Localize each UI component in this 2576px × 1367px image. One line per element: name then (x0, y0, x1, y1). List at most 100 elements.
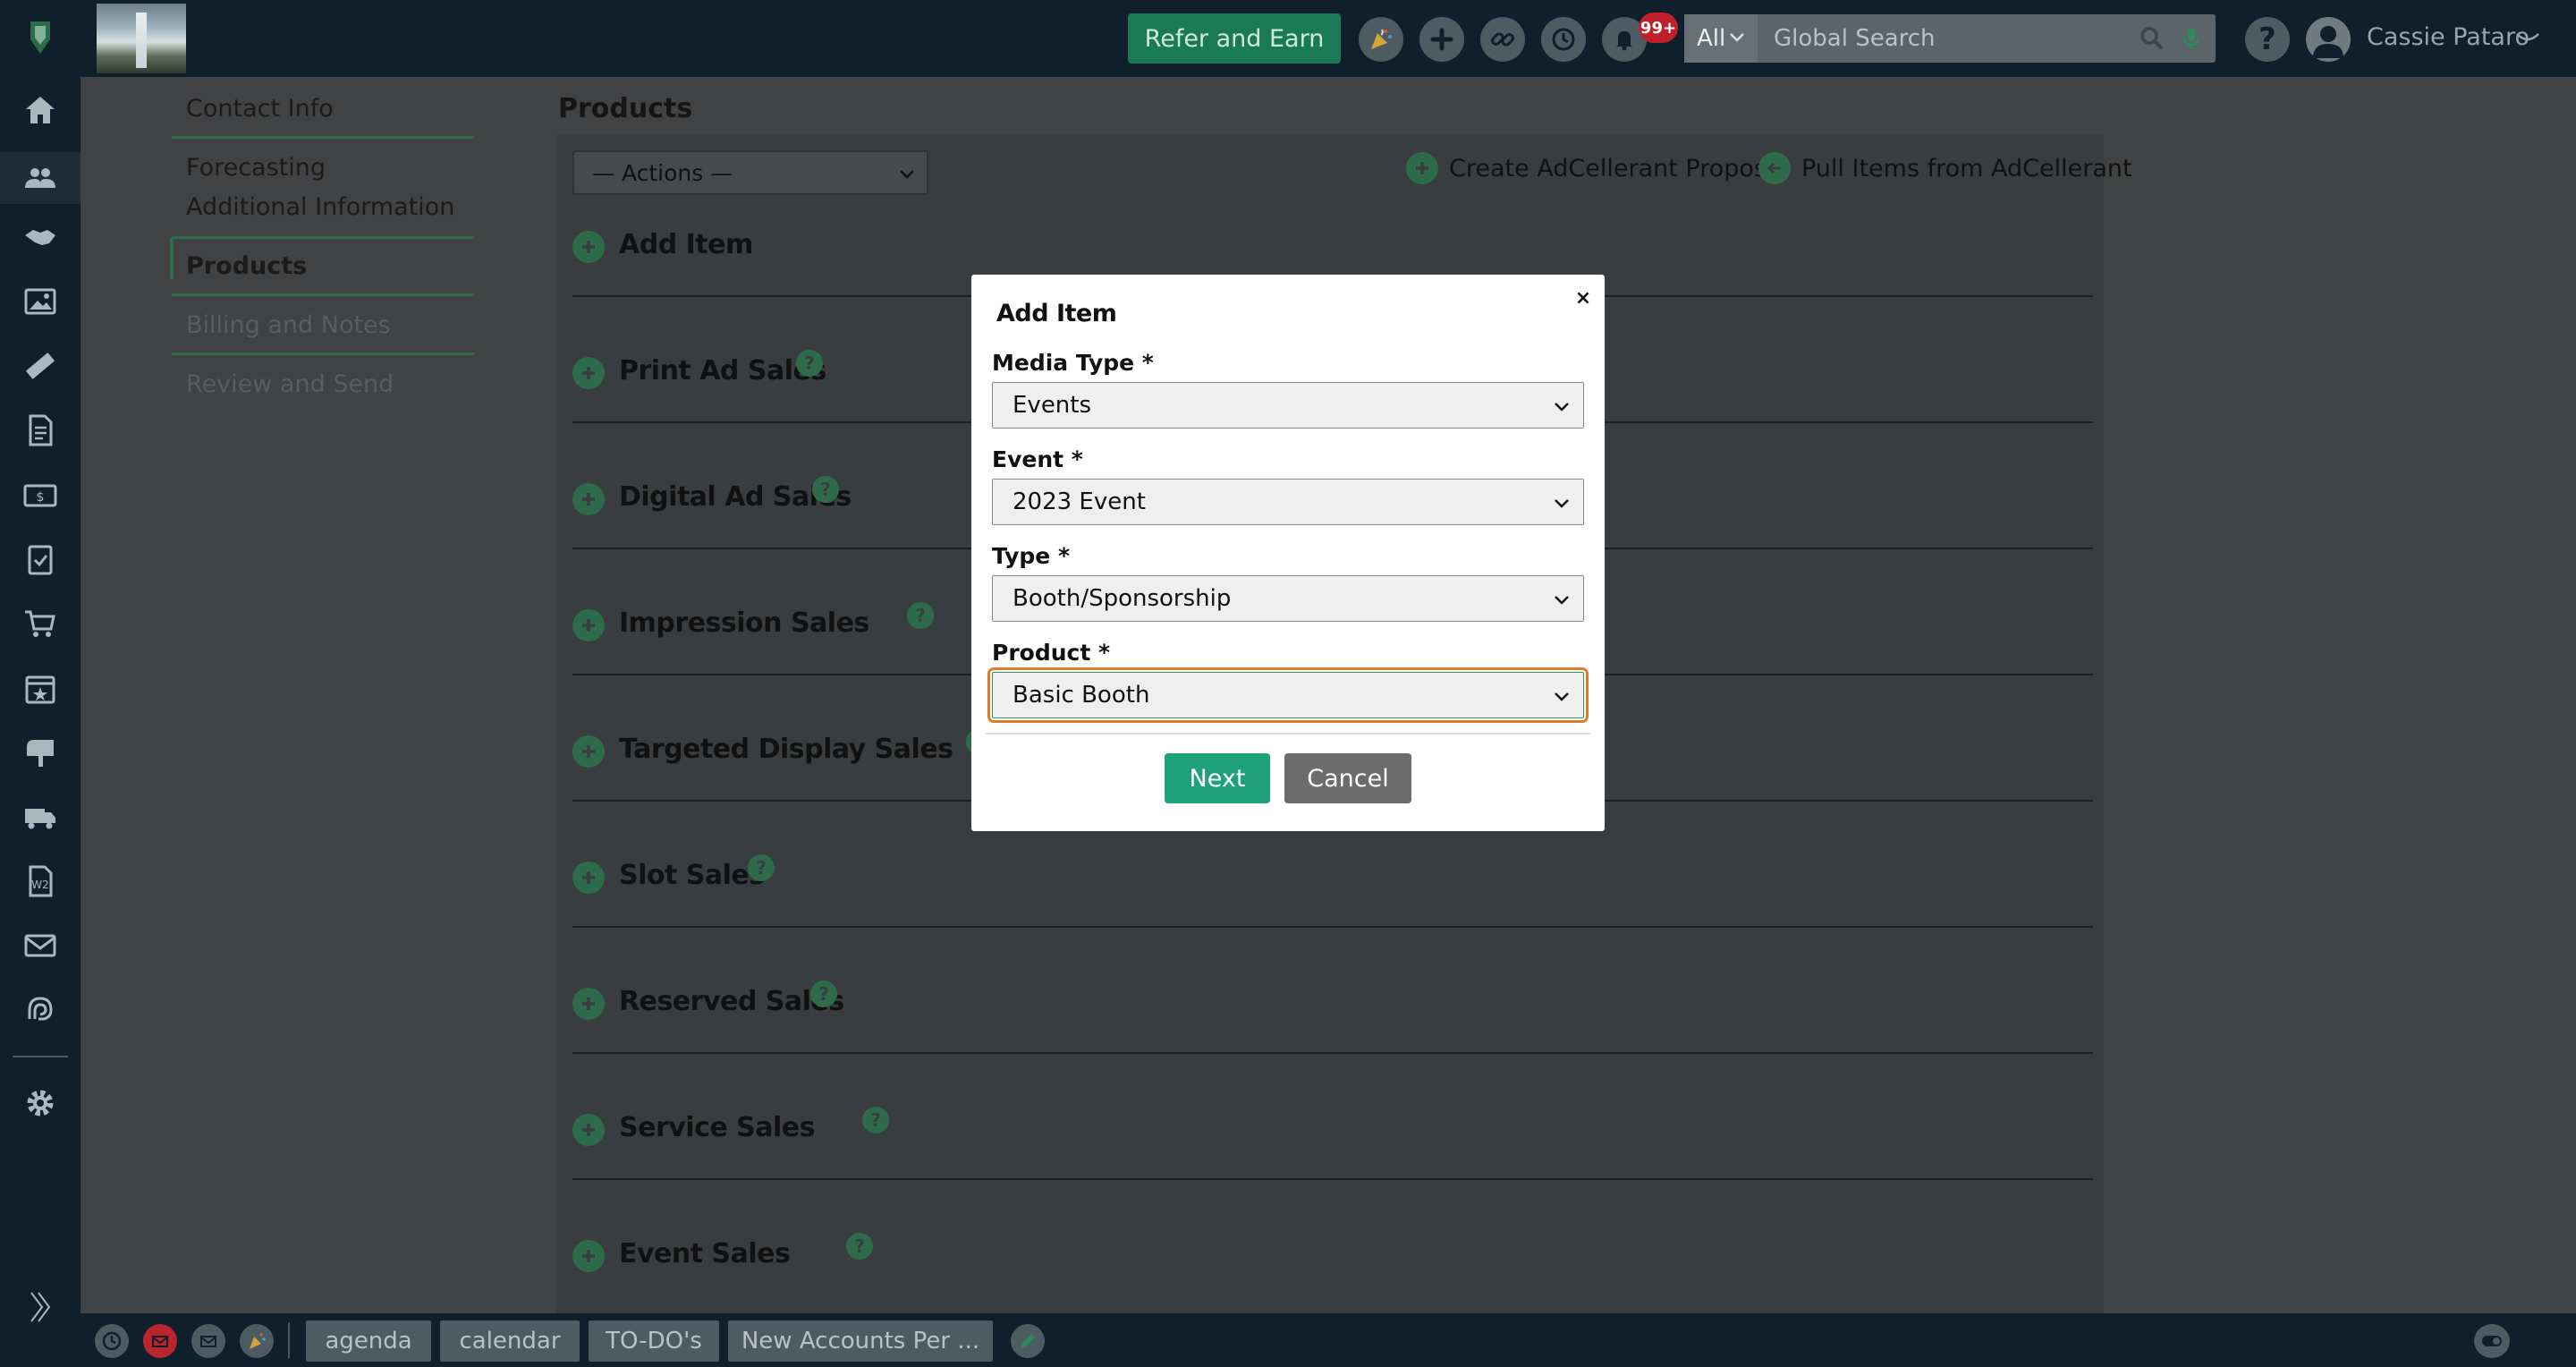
actions-dropdown-label: — Actions — (592, 159, 733, 186)
global-search-bar: All (1684, 14, 2216, 63)
chevron-down-icon (1730, 33, 1744, 42)
link-icon[interactable] (1480, 17, 1525, 62)
search-scope-dropdown[interactable]: All (1684, 14, 1758, 63)
party-popper-icon[interactable] (240, 1324, 274, 1358)
refer-and-earn-button[interactable]: Refer and Earn (1128, 13, 1341, 64)
subnav-additional-information[interactable]: Additional Information (186, 193, 454, 221)
add-icon[interactable] (1419, 17, 1464, 62)
slot-sales-label: Slot Sales (619, 860, 765, 891)
contacts-icon[interactable] (0, 152, 80, 204)
delivery-truck-icon[interactable] (20, 796, 61, 837)
toggle-icon[interactable] (2474, 1324, 2510, 1358)
mailbox-icon[interactable] (20, 732, 61, 773)
user-avatar[interactable] (2306, 17, 2351, 62)
cancel-button[interactable]: Cancel (1284, 753, 1411, 803)
account-thumbnail[interactable] (97, 4, 186, 73)
image-gallery-icon[interactable] (20, 281, 61, 322)
user-menu-chevron-icon[interactable] (2515, 30, 2540, 47)
taskbar-tab-todos[interactable]: TO-DO's (589, 1320, 719, 1362)
product-value: Basic Booth (1013, 682, 1150, 709)
taskbar-tab-new-accounts[interactable]: New Accounts Per ... (728, 1320, 993, 1362)
edit-pencil-icon[interactable] (1011, 1324, 1045, 1358)
product-label: Product * (992, 640, 1111, 666)
handshake-icon[interactable] (20, 217, 61, 258)
w2-form-icon[interactable]: W2 (20, 861, 61, 902)
global-search-input[interactable] (1758, 14, 2151, 63)
help-circle-icon[interactable]: ? (846, 1233, 873, 1260)
subnav-divider (172, 136, 474, 139)
plus-circle-icon (572, 735, 605, 768)
dialog-divider (986, 733, 1590, 734)
microphone-icon[interactable] (2178, 25, 2205, 52)
mail-envelope-icon[interactable] (20, 925, 61, 966)
page-title: Products (558, 93, 693, 124)
expand-sidebar-icon[interactable] (20, 1286, 61, 1328)
history-clock-icon[interactable] (1541, 17, 1586, 62)
help-circle-icon[interactable]: ? (907, 602, 934, 629)
media-type-value: Events (1013, 392, 1092, 419)
finance-icon[interactable]: $ (20, 474, 61, 515)
bottom-taskbar: agenda calendar TO-DO's New Accounts Per… (80, 1313, 2576, 1367)
support-icon[interactable] (20, 989, 61, 1031)
svg-text:W2: W2 (31, 879, 49, 891)
add-item-dialog: Add Item × Media Type * Events Event * 2… (971, 275, 1605, 831)
ruler-icon[interactable] (20, 345, 61, 386)
chevron-down-icon (1555, 692, 1569, 701)
slot-sales-row[interactable]: Slot Sales ? (572, 854, 2093, 988)
arrow-left-circle-icon (1758, 152, 1791, 184)
taskbar-tab-calendar[interactable]: calendar (440, 1320, 580, 1362)
media-type-label: Media Type * (992, 350, 1154, 376)
settings-gear-icon[interactable] (20, 1083, 61, 1124)
reserved-sales-row[interactable]: Reserved Sales ? (572, 981, 2093, 1114)
taskbar-divider (288, 1322, 290, 1358)
document-icon[interactable] (20, 410, 61, 451)
party-popper-icon[interactable] (1359, 17, 1403, 62)
subnav-products[interactable]: Products (186, 252, 307, 280)
subnav-review-and-send[interactable]: Review and Send (186, 370, 394, 398)
row-divider (572, 926, 2093, 928)
event-select[interactable]: 2023 Event (992, 479, 1584, 525)
help-circle-icon[interactable]: ? (862, 1107, 889, 1134)
clipboard-check-icon[interactable] (20, 539, 61, 580)
calendar-star-icon[interactable] (20, 667, 61, 709)
product-select[interactable]: Basic Booth (987, 667, 1589, 723)
pull-items-from-adcellerant-link[interactable]: Pull Items from AdCellerant (1758, 150, 2132, 186)
mail-icon[interactable] (191, 1324, 225, 1358)
taskbar-tab-agenda[interactable]: agenda (306, 1320, 431, 1362)
help-circle-icon[interactable]: ? (810, 981, 837, 1007)
app-logo-icon[interactable] (20, 16, 61, 57)
help-icon[interactable]: ? (2245, 17, 2290, 62)
type-select[interactable]: Booth/Sponsorship (992, 575, 1584, 622)
plus-circle-icon (1406, 152, 1438, 184)
print-ad-sales-label: Print Ad Sales (619, 355, 826, 386)
close-icon[interactable]: × (1572, 287, 1594, 310)
home-icon[interactable] (20, 89, 61, 131)
subnav-billing-and-notes[interactable]: Billing and Notes (186, 311, 391, 339)
pull-items-label: Pull Items from AdCellerant (1801, 154, 2132, 183)
next-button[interactable]: Next (1165, 753, 1270, 803)
service-sales-row[interactable]: Service Sales ? (572, 1107, 2093, 1240)
plus-circle-icon (572, 988, 605, 1020)
help-circle-icon[interactable]: ? (748, 854, 775, 881)
subnav-divider (172, 236, 474, 239)
chevron-down-icon (900, 170, 914, 179)
help-circle-icon[interactable]: ? (812, 476, 839, 503)
type-label: Type * (992, 543, 1071, 569)
plus-circle-icon (572, 862, 605, 894)
clock-icon[interactable] (95, 1324, 129, 1358)
chevron-down-icon (1555, 403, 1569, 412)
plus-circle-icon (572, 483, 605, 515)
impression-sales-label: Impression Sales (619, 607, 869, 639)
media-type-select[interactable]: Events (992, 382, 1584, 429)
user-name[interactable]: Cassie Pataro (2367, 23, 2529, 51)
subnav-forecasting[interactable]: Forecasting (186, 154, 326, 182)
event-sales-label: Event Sales (619, 1238, 791, 1269)
search-icon[interactable] (2139, 25, 2165, 52)
email-alert-icon[interactable] (143, 1324, 177, 1358)
create-adcellerant-proposal-link[interactable]: Create AdCellerant Proposal (1406, 150, 1788, 186)
actions-dropdown[interactable]: — Actions — (572, 150, 928, 195)
subnav-contact-info[interactable]: Contact Info (186, 95, 334, 123)
help-circle-icon[interactable]: ? (796, 350, 823, 377)
cart-icon[interactable] (20, 603, 61, 644)
svg-text:$: $ (37, 490, 45, 505)
